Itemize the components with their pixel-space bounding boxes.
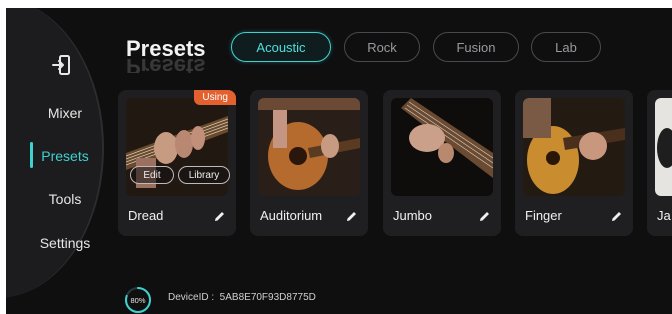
edit-button[interactable]: Edit bbox=[130, 166, 174, 184]
progress-ring: 80% bbox=[125, 287, 151, 313]
sidebar-item-presets[interactable]: Presets bbox=[30, 142, 100, 170]
sidebar-item-mixer[interactable]: Mixer bbox=[30, 99, 100, 127]
tab-rock[interactable]: Rock bbox=[344, 32, 420, 62]
app-screen: Mixer Presets Tools Settings Presets Pre… bbox=[6, 8, 672, 314]
sidebar-item-label: Tools bbox=[48, 191, 82, 207]
guitar-thumbnail bbox=[655, 98, 672, 196]
tab-label: Lab bbox=[555, 39, 577, 55]
card-name: Auditorium bbox=[260, 208, 323, 223]
card-name: Jumbo bbox=[393, 208, 433, 223]
page-title-reflection: Presets bbox=[126, 59, 206, 73]
progress-text: 80% bbox=[130, 296, 145, 305]
preset-card-auditorium[interactable]: Auditorium bbox=[250, 90, 368, 236]
sidebar-item-tools[interactable]: Tools bbox=[30, 185, 100, 213]
pencil-icon[interactable] bbox=[479, 210, 491, 222]
sidebar-item-settings[interactable]: Settings bbox=[30, 229, 100, 257]
exit-icon[interactable] bbox=[52, 54, 72, 76]
using-badge: Using bbox=[194, 90, 236, 105]
card-name: Ja bbox=[657, 208, 671, 223]
pencil-icon[interactable] bbox=[214, 210, 226, 222]
preset-card-jumbo[interactable]: Jumbo bbox=[383, 90, 501, 236]
library-button[interactable]: Library bbox=[178, 166, 230, 184]
guitar-thumbnail bbox=[523, 98, 625, 196]
sidebar-item-label: Presets bbox=[41, 148, 89, 164]
guitar-thumbnail bbox=[391, 98, 493, 196]
pencil-icon[interactable] bbox=[611, 210, 623, 222]
pencil-icon[interactable] bbox=[346, 210, 358, 222]
tab-label: Acoustic bbox=[256, 39, 306, 55]
preset-card-dread[interactable]: Using Edit Library Dread bbox=[118, 90, 236, 236]
tab-lab[interactable]: Lab bbox=[531, 32, 601, 62]
device-id: DeviceID : 5AB8E70F93D8775D bbox=[168, 292, 316, 303]
card-name: Finger bbox=[525, 208, 562, 223]
tab-acoustic[interactable]: Acoustic bbox=[231, 32, 331, 62]
sidebar-item-label: Mixer bbox=[47, 105, 83, 121]
guitar-thumbnail bbox=[258, 98, 360, 196]
tab-label: Fusion bbox=[456, 39, 496, 55]
tab-fusion[interactable]: Fusion bbox=[433, 32, 519, 62]
tab-label: Rock bbox=[367, 39, 397, 55]
sidebar-item-label: Settings bbox=[39, 235, 91, 251]
preset-card-partial[interactable]: Ja bbox=[647, 90, 672, 236]
preset-card-finger[interactable]: Finger bbox=[515, 90, 633, 236]
card-name: Dread bbox=[128, 208, 164, 223]
